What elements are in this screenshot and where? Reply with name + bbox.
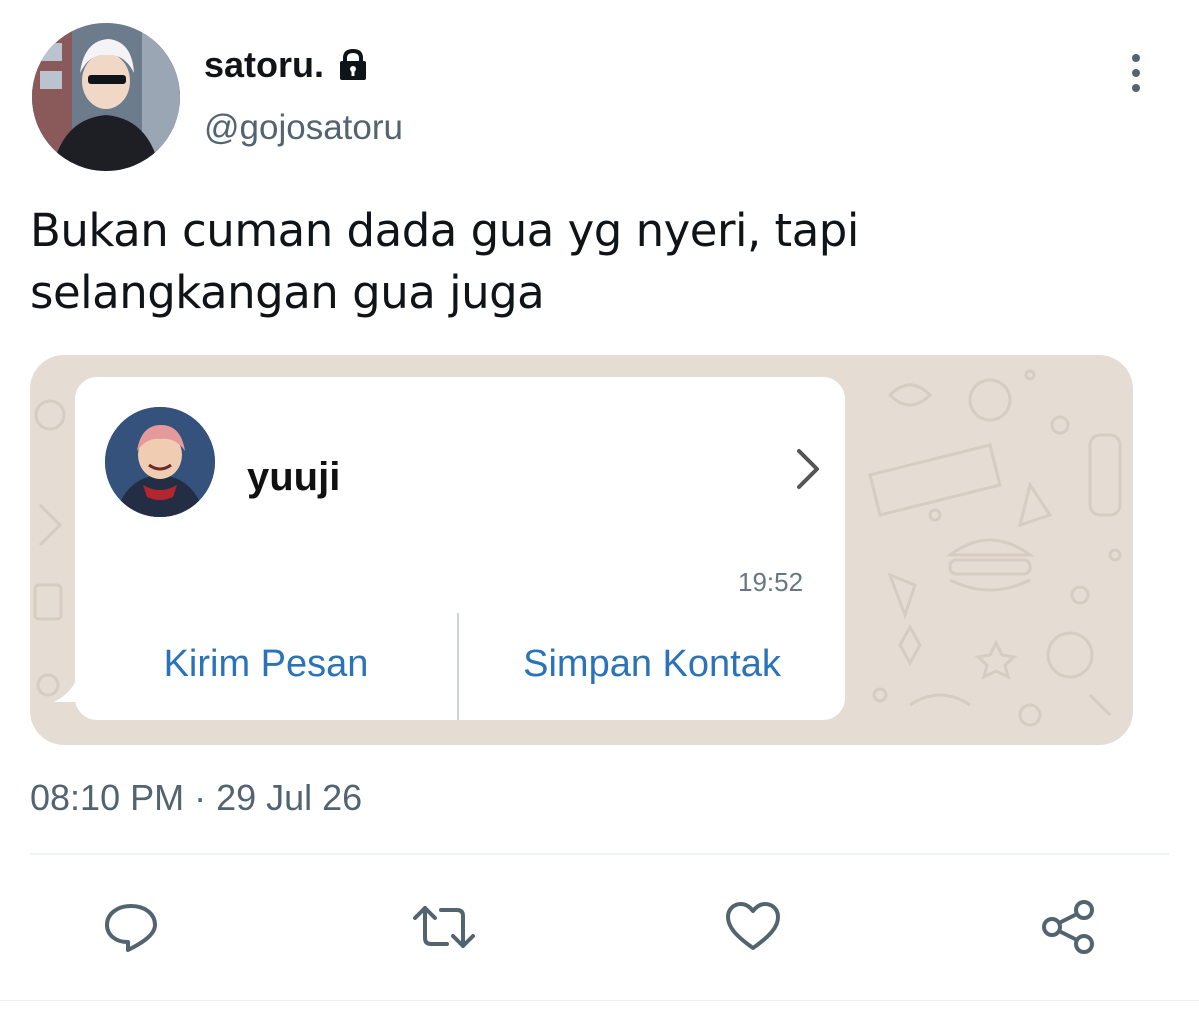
author-handle[interactable]: @gojosatoru (204, 108, 403, 148)
reply-icon[interactable] (102, 898, 160, 956)
retweet-icon[interactable] (411, 898, 475, 956)
contact-card-actions: Kirim Pesan Simpan Kontak (75, 613, 845, 720)
author-avatar[interactable] (32, 23, 180, 171)
contact-name: yuuji (247, 455, 341, 499)
tweet-media-image[interactable]: yuuji 19:52 Kirim Pesan Simpan Kontak (30, 355, 1133, 745)
tweet-timestamp[interactable]: 08:10 PM · 29 Jul 26 (30, 777, 362, 819)
display-name-text: satoru. (204, 44, 325, 85)
divider (30, 853, 1169, 855)
contact-avatar (105, 407, 215, 517)
message-time: 19:52 (738, 567, 804, 597)
share-icon[interactable] (1040, 898, 1098, 956)
like-icon[interactable] (724, 898, 782, 956)
lock-icon (336, 48, 370, 82)
contact-card[interactable]: yuuji 19:52 Kirim Pesan Simpan Kontak (75, 377, 845, 720)
chevron-right-icon (793, 447, 823, 496)
author-display-name[interactable]: satoru. (204, 44, 370, 86)
more-vertical-icon[interactable] (1121, 50, 1151, 96)
bottom-edge (0, 1000, 1199, 1014)
tweet-text: Bukan cuman dada gua yg nyeri, tapi sela… (30, 204, 859, 319)
save-contact-button: Simpan Kontak (523, 643, 781, 685)
send-message-button: Kirim Pesan (163, 643, 369, 685)
